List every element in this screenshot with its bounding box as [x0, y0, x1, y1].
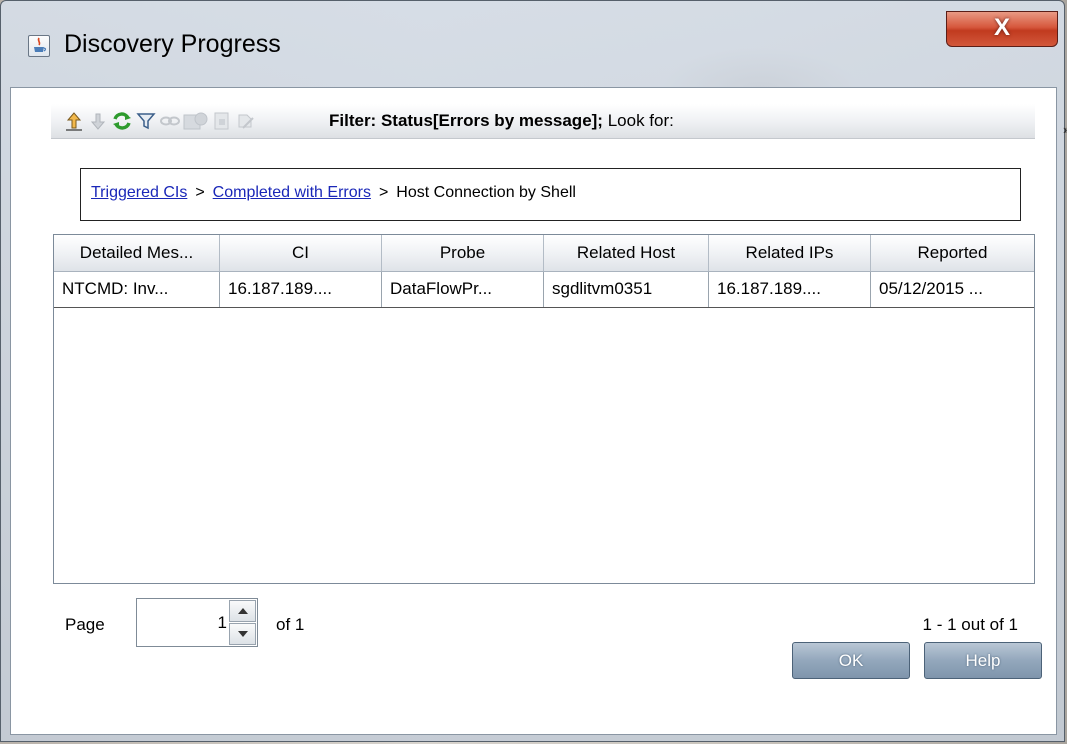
dialog-title: Discovery Progress: [64, 30, 281, 58]
toolbar-overflow-icon[interactable]: »: [1063, 122, 1067, 137]
close-icon: X: [993, 14, 1010, 41]
page-number-input[interactable]: 1: [137, 613, 227, 633]
cell-ci[interactable]: 16.187.189....: [220, 272, 382, 307]
cell-probe[interactable]: DataFlowPr...: [382, 272, 544, 307]
filter-icon[interactable]: [135, 110, 157, 132]
close-button[interactable]: X: [946, 11, 1058, 47]
cell-related-host[interactable]: sgdlitvm0351: [544, 272, 709, 307]
table-row[interactable]: NTCMD: Inv... 16.187.189.... DataFlowPr.…: [54, 272, 1034, 308]
breadcrumb-separator: >: [195, 184, 205, 201]
column-header-reported[interactable]: Reported: [871, 235, 1034, 271]
column-header-related-host[interactable]: Related Host: [544, 235, 709, 271]
toolbar: Filter: Status[Errors by message]; Look …: [51, 104, 1067, 139]
column-header-probe[interactable]: Probe: [382, 235, 544, 271]
breadcrumb-separator: >: [378, 184, 389, 201]
cell-reported[interactable]: 05/12/2015 ...: [871, 272, 1034, 307]
export-icon: [214, 112, 229, 130]
cell-related-ips[interactable]: 16.187.189....: [709, 272, 871, 307]
report-icon: [183, 112, 208, 130]
help-button[interactable]: Help: [924, 642, 1042, 679]
breadcrumb-triggered-cis[interactable]: Triggered CIs: [91, 184, 187, 201]
filter-description: Filter: Status[Errors by message];: [329, 111, 603, 130]
breadcrumb-current: Host Connection by Shell: [396, 184, 576, 201]
refresh-icon[interactable]: [111, 110, 133, 132]
link-icon: [160, 116, 180, 126]
page-count-label: of 1: [276, 615, 305, 634]
move-up-icon[interactable]: [63, 110, 85, 132]
page-label: Page: [65, 615, 105, 634]
column-header-ci[interactable]: CI: [220, 235, 382, 271]
discovery-progress-dialog: Discovery Progress X Filter: Status[Erro…: [0, 0, 1067, 742]
ok-button[interactable]: OK: [792, 642, 910, 679]
edit-icon: [238, 114, 254, 129]
look-for-label: Look for:: [607, 111, 674, 130]
column-header-detailed-message[interactable]: Detailed Mes...: [54, 235, 220, 271]
breadcrumb-completed-with-errors[interactable]: Completed with Errors: [213, 184, 371, 201]
column-header-related-ips[interactable]: Related IPs: [709, 235, 871, 271]
results-table: Detailed Mes... CI Probe Related Host Re…: [53, 234, 1035, 584]
title-bar[interactable]: Discovery Progress X: [1, 1, 1064, 79]
move-down-icon: [90, 113, 106, 130]
page-up-button[interactable]: [229, 600, 256, 622]
dialog-content: Filter: Status[Errors by message]; Look …: [10, 87, 1067, 735]
table-header: Detailed Mes... CI Probe Related Host Re…: [54, 235, 1034, 272]
breadcrumb: Triggered CIs > Completed with Errors > Host…: [80, 168, 1021, 221]
page-down-button[interactable]: [229, 623, 256, 645]
result-range-label: 1 - 1 out of 1: [922, 615, 1018, 634]
java-app-icon: [28, 35, 50, 57]
cell-detailed-message[interactable]: NTCMD: Inv...: [54, 272, 220, 307]
filter-status-text: Filter: Status[Errors by message]; Look …: [329, 111, 674, 131]
page-number-stepper[interactable]: 1: [136, 598, 258, 647]
